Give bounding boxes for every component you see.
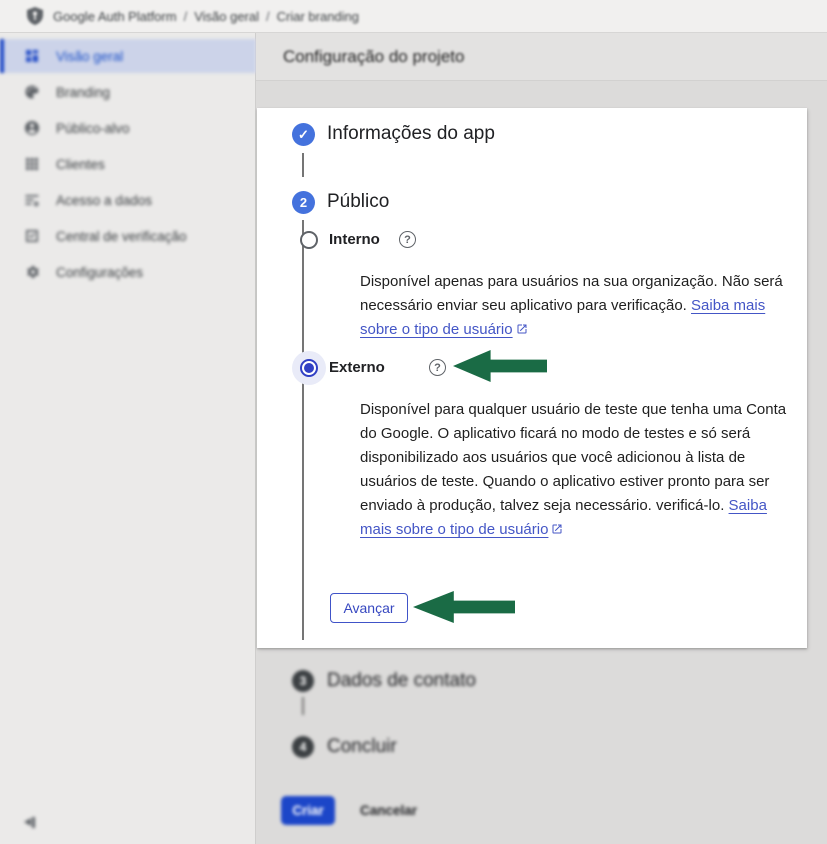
- step1-done-icon: ✓: [292, 123, 315, 146]
- breadcrumb-root[interactable]: Google Auth Platform: [53, 9, 177, 24]
- sidebar-item-label: Público-alvo: [56, 120, 130, 136]
- step4-label: Concluir: [327, 736, 397, 757]
- clients-icon: [24, 156, 40, 172]
- sidebar-item-label: Visão geral: [56, 48, 124, 64]
- annotation-arrow-externo: [453, 350, 547, 382]
- breadcrumb-page: Criar branding: [276, 8, 360, 24]
- external-link-icon: [516, 319, 528, 343]
- cancel-button[interactable]: Cancelar: [352, 796, 425, 825]
- radio-interno[interactable]: [300, 231, 318, 249]
- external-link-icon: [551, 519, 563, 543]
- step4-number-badge: 4: [292, 736, 314, 758]
- page-title: Configuração do projeto: [283, 46, 465, 66]
- sidebar-item-branding[interactable]: Branding: [0, 75, 256, 109]
- annotation-arrow-avancar: [413, 591, 515, 623]
- sidebar-item-publico-alvo[interactable]: Público-alvo: [0, 111, 256, 145]
- chevron-left-icon: [24, 818, 31, 826]
- project-configuration-card: ✓ Informações do app 2 Público Interno ?…: [257, 108, 807, 648]
- audience-icon: [24, 120, 40, 136]
- sidebar-item-label: Clientes: [56, 156, 105, 172]
- sidebar-item-label: Central de verificação: [56, 228, 187, 244]
- sidebar: Visão geral Branding Público-alvo Client…: [0, 33, 256, 844]
- settings-icon: [24, 264, 40, 280]
- topbar: Google Auth Platform / Visão geral / Cri…: [0, 0, 827, 33]
- externo-description: Disponível para qualquer usuário de test…: [360, 398, 798, 543]
- branding-icon: [24, 84, 40, 100]
- breadcrumb: Google Auth Platform / Visão geral / Cri…: [53, 9, 359, 24]
- step1-label: Informações do app: [327, 123, 495, 144]
- sidebar-item-label: Acesso a dados: [56, 192, 153, 208]
- sidebar-item-label: Configurações: [56, 264, 144, 280]
- next-button[interactable]: Avançar: [330, 593, 408, 623]
- sidebar-item-configuracoes[interactable]: Configurações: [0, 255, 256, 289]
- interno-description: Disponível apenas para usuários na sua o…: [360, 270, 798, 343]
- step2-label: Público: [327, 191, 390, 212]
- breadcrumb-separator: /: [183, 8, 188, 24]
- collapse-sidebar-button[interactable]: [24, 815, 38, 829]
- create-button[interactable]: Criar: [281, 796, 335, 825]
- radio-externo[interactable]: [300, 359, 318, 377]
- step-connector: [302, 153, 304, 177]
- sidebar-item-central-de-verificacao[interactable]: Central de verificação: [0, 219, 256, 253]
- help-icon[interactable]: ?: [399, 231, 416, 248]
- verification-center-icon: [24, 228, 40, 244]
- page-header: Configuração do projeto: [256, 33, 827, 81]
- check-icon: ✓: [298, 126, 309, 142]
- sidebar-item-clientes[interactable]: Clientes: [0, 147, 256, 181]
- step2-number-badge: 2: [292, 191, 315, 214]
- data-access-icon: [24, 192, 40, 208]
- step3-label: Dados de contato: [327, 670, 476, 691]
- main-content: Configuração do projeto ✓ Informações do…: [256, 33, 827, 844]
- sidebar-item-acesso-a-dados[interactable]: Acesso a dados: [0, 183, 256, 217]
- step3-number-badge: 3: [292, 670, 314, 692]
- sidebar-item-visao-geral[interactable]: Visão geral: [0, 39, 256, 73]
- overview-icon: [24, 48, 40, 64]
- auth-platform-shield-icon: [27, 7, 43, 25]
- breadcrumb-separator: /: [266, 8, 270, 24]
- radio-externo-label: Externo: [329, 359, 385, 376]
- step-connector: [302, 220, 304, 640]
- sidebar-item-label: Branding: [56, 84, 111, 100]
- breadcrumb-section[interactable]: Visão geral: [194, 9, 259, 24]
- radio-interno-label: Interno: [329, 231, 380, 248]
- google-auth-platform-screen: Google Auth Platform / Visão geral / Cri…: [0, 0, 827, 844]
- help-icon[interactable]: ?: [429, 359, 446, 376]
- step-connector: [302, 697, 304, 715]
